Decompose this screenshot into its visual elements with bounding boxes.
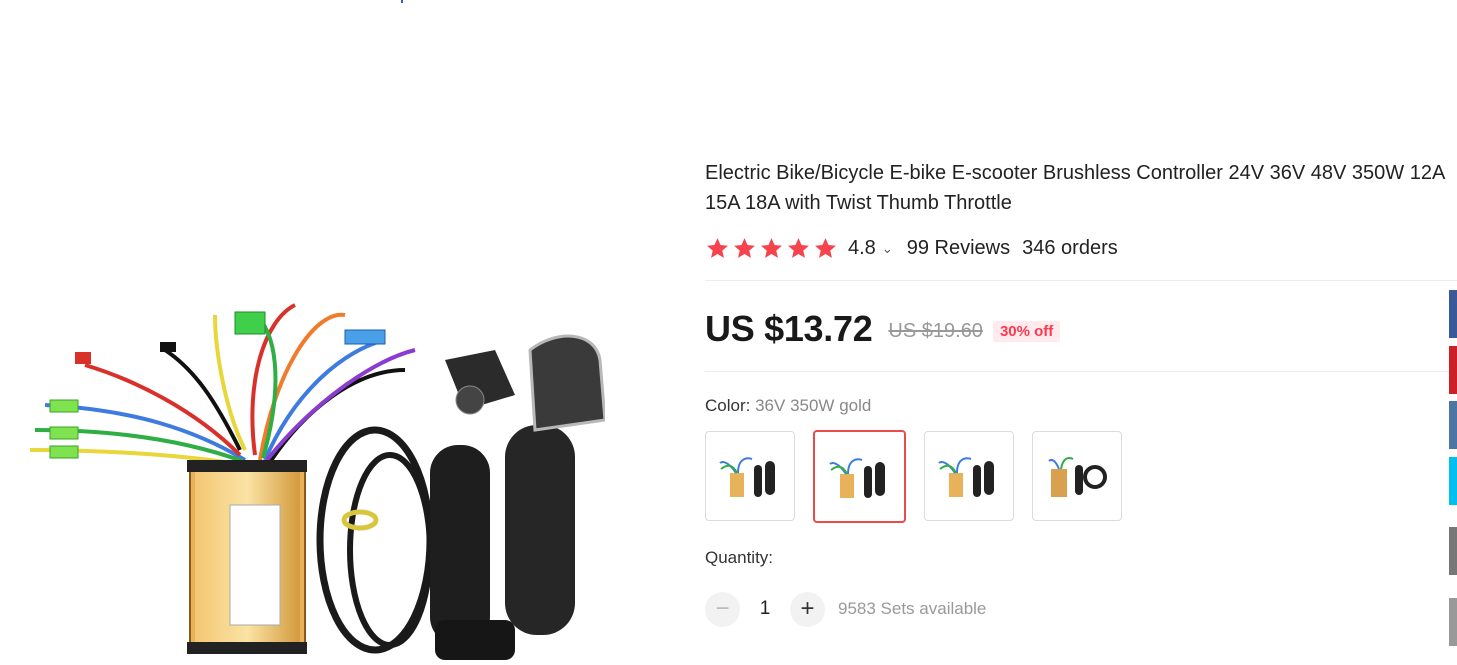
divider [705, 371, 1457, 372]
divider [705, 280, 1457, 281]
twitter-share-icon[interactable] [1449, 457, 1457, 505]
rating-stars [705, 236, 838, 261]
swatch-thumbnail [1048, 457, 1107, 497]
more-share-icon[interactable] [1449, 598, 1457, 646]
star-icon [788, 237, 809, 258]
color-swatch-2-selected[interactable] [813, 430, 906, 523]
product-image[interactable] [15, 290, 605, 665]
color-swatch-3[interactable] [924, 431, 1014, 521]
current-price: US $13.72 [705, 308, 873, 349]
swatch-thumbnail [828, 457, 885, 498]
increase-quantity-button[interactable]: + [790, 591, 825, 627]
product-title: Electric Bike/Bicycle E-bike E-scooter B… [705, 162, 1445, 214]
price-row: US $13.72 US $19.60 30% off [705, 306, 1061, 352]
color-label-text: Color: [705, 396, 751, 415]
decrease-quantity-button[interactable]: − [705, 591, 740, 627]
vk-share-icon[interactable] [1449, 401, 1457, 449]
discount-badge: 30% off [992, 320, 1061, 342]
original-price: US $19.60 [888, 319, 983, 342]
color-swatch-1[interactable] [705, 431, 795, 521]
pinterest-share-icon[interactable] [1449, 346, 1457, 394]
facebook-share-icon[interactable] [1449, 290, 1457, 338]
chevron-down-icon[interactable]: ⌄ [882, 241, 893, 257]
swatch-thumbnail [938, 457, 994, 497]
star-icon [707, 237, 728, 258]
star-icon [761, 237, 782, 258]
color-swatch-4[interactable] [1032, 431, 1122, 521]
rating-row: 4.8 ⌄ 99 Reviews 346 orders [705, 233, 1118, 263]
color-label: Color: 36V 350W gold [705, 396, 871, 416]
color-swatches [705, 430, 1122, 523]
reviews-link[interactable]: 99 Reviews [907, 237, 1010, 260]
top-nav-mark [401, 0, 403, 3]
color-value: 36V 350W gold [755, 396, 872, 415]
quantity-input[interactable]: 1 [740, 598, 790, 620]
stock-available: 9583 Sets available [838, 599, 987, 618]
star-icon [734, 237, 755, 258]
quantity-label: Quantity: [705, 548, 774, 567]
quantity-stepper: − 1 + 9583 Sets available [705, 591, 986, 627]
rating-score[interactable]: 4.8 [848, 237, 876, 260]
orders-count: 346 orders [1022, 236, 1118, 259]
product-info: Electric Bike/Bicycle E-bike E-scooter B… [705, 0, 1457, 665]
share-icon[interactable] [1449, 527, 1457, 575]
swatch-thumbnail [719, 457, 775, 497]
star-icon [815, 237, 836, 258]
